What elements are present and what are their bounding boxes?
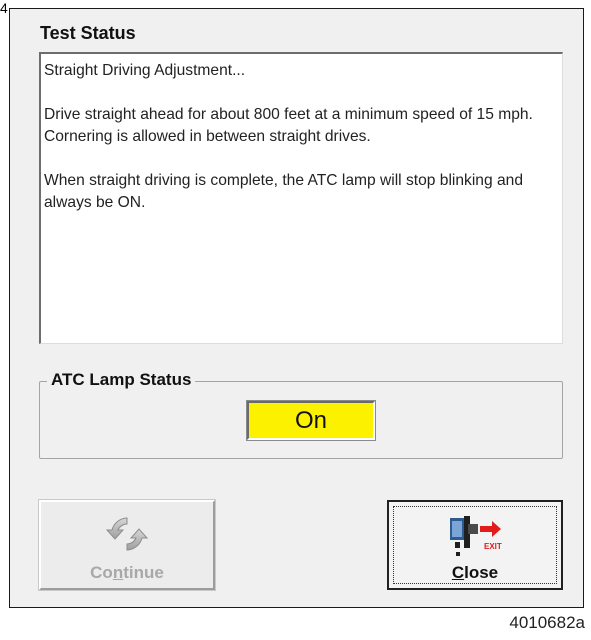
exit-icon: EXIT	[446, 512, 504, 565]
status-text-box[interactable]: Straight Driving Adjustment... Drive str…	[39, 52, 563, 344]
close-button[interactable]: EXIT Close	[387, 500, 563, 590]
test-status-title: Test Status	[40, 23, 136, 43]
continue-button[interactable]: Continue	[38, 499, 216, 591]
continue-button-label: Continue	[90, 563, 164, 582]
atc-lamp-status-label: ATC Lamp Status	[47, 370, 196, 390]
atc-lamp-status-group: ATC Lamp Status On	[39, 370, 563, 459]
atc-lamp-indicator: On	[246, 400, 376, 441]
status-paragraph: When straight driving is complete, the A…	[44, 172, 524, 211]
status-paragraph: Drive straight ahead for about 800 feet …	[44, 106, 533, 145]
svg-text:EXIT: EXIT	[484, 542, 502, 551]
status-paragraph: Straight Driving Adjustment...	[44, 62, 246, 79]
figure-id: 4010682a	[509, 613, 585, 632]
refresh-icon	[105, 512, 149, 561]
close-button-label: Close	[451, 563, 499, 582]
test-status-dialog: Test Status Straight Driving Adjustment.…	[9, 8, 584, 608]
